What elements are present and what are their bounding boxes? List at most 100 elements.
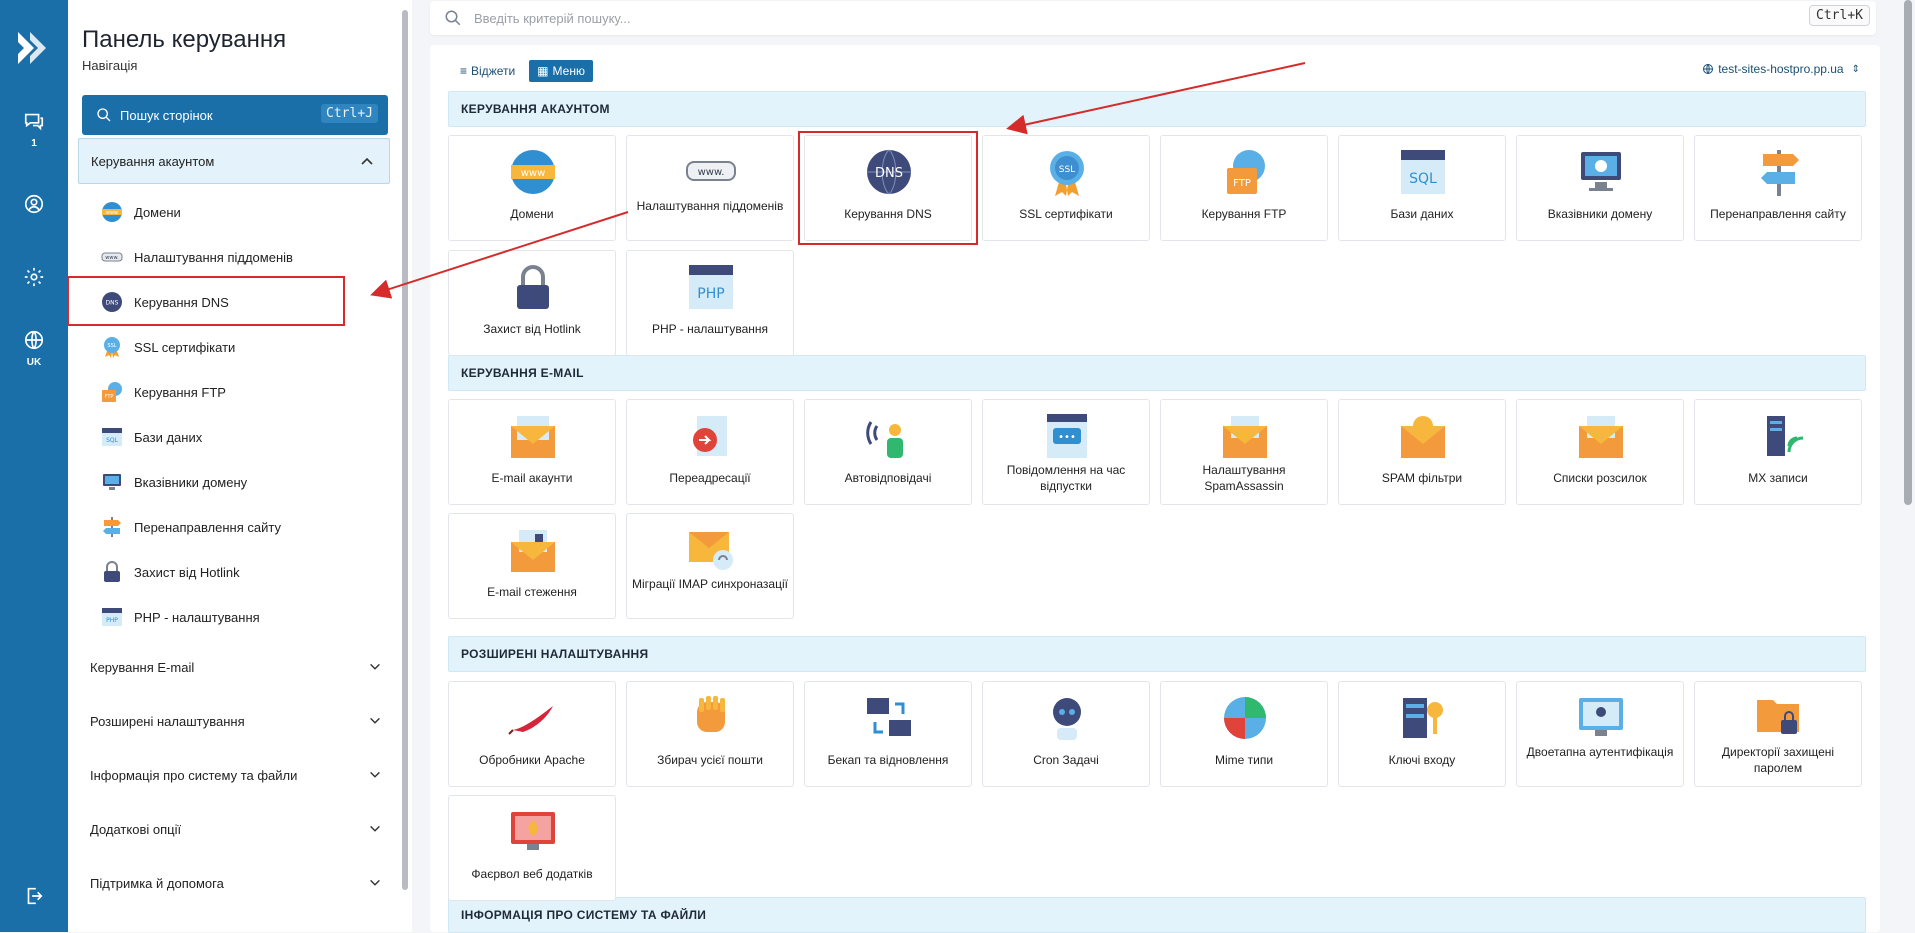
tile-spamassassin[interactable]: Налаштування SpamAssassin bbox=[1160, 399, 1328, 505]
sidebar-item-ssl[interactable]: SSL SSL сертифікати bbox=[100, 332, 380, 362]
svg-text:PHP: PHP bbox=[106, 617, 118, 624]
password-folder-icon bbox=[1757, 700, 1799, 734]
sidebar-item-php[interactable]: PHP PHP - налаштування bbox=[100, 602, 380, 632]
domain-pointer-icon bbox=[1581, 152, 1621, 191]
rail-chat[interactable]: 1 bbox=[0, 110, 68, 149]
sidebar-section-account[interactable]: Керування акаунтом bbox=[78, 138, 390, 184]
sidebar-item-redirects[interactable]: Перенаправлення сайту bbox=[100, 512, 380, 542]
vacation-message-icon: ••• bbox=[1047, 414, 1087, 458]
tile-subdomains[interactable]: www. Налаштування піддоменів bbox=[626, 135, 794, 241]
sidebar-item-domain-pointers[interactable]: Вказівники домену bbox=[100, 467, 380, 497]
sidebar-item-domains[interactable]: www Домени bbox=[100, 197, 380, 227]
tile-email-accounts[interactable]: E-mail акаунти bbox=[448, 399, 616, 505]
tile-forwarding[interactable]: Переадресації bbox=[626, 399, 794, 505]
sidebar-item-ftp[interactable]: FTP Керування FTP bbox=[100, 377, 380, 407]
tile-ssl[interactable]: SSL SSL сертифікати bbox=[982, 135, 1150, 241]
sidebar-item-label: Налаштування піддоменів bbox=[134, 249, 293, 265]
svg-text:SQL: SQL bbox=[106, 437, 119, 444]
autoresponder-icon bbox=[866, 421, 903, 458]
tile-label: SPAM фільтри bbox=[1381, 471, 1463, 485]
language-code: UK bbox=[26, 357, 42, 368]
tile-mime-types[interactable]: Mime типи bbox=[1160, 681, 1328, 787]
sidebar-item-databases[interactable]: SQL Бази даних bbox=[100, 422, 380, 452]
view-menu-button[interactable]: ▦ Меню bbox=[529, 60, 593, 82]
sidebar-group-support[interactable]: Підтримка й допомога bbox=[90, 868, 390, 898]
logo-icon[interactable] bbox=[14, 30, 50, 66]
tile-password-directories[interactable]: Директорії захищені паролем bbox=[1694, 681, 1862, 787]
chevron-down-icon bbox=[370, 825, 380, 832]
tile-label: Вказівники домену bbox=[1547, 207, 1653, 221]
sidebar-item-label: SSL сертифікати bbox=[134, 339, 236, 355]
tile-domain-pointers[interactable]: Вказівники домену bbox=[1516, 135, 1684, 241]
ssl-badge-icon: SSL bbox=[1050, 151, 1084, 196]
tile-email-tracking[interactable]: E-mail стеження bbox=[448, 513, 616, 619]
tile-php[interactable]: PHP PHP - налаштування bbox=[626, 250, 794, 356]
view-menu-label: Меню bbox=[552, 64, 585, 78]
tile-hotlink[interactable]: Захист від Hotlink bbox=[448, 250, 616, 356]
domain-selector[interactable]: test-sites-hostpro.pp.ua ⇕ bbox=[1702, 62, 1860, 76]
global-search[interactable]: Введіть критерій пошуку... Ctrl+K bbox=[430, 1, 1876, 35]
sidebar-group-system-info[interactable]: Інформація про систему та файли bbox=[90, 760, 390, 790]
rail-logout[interactable] bbox=[0, 885, 68, 907]
rail-settings[interactable] bbox=[0, 266, 68, 288]
tile-label: Переадресації bbox=[669, 471, 751, 485]
tile-mailing-lists[interactable]: Списки розсилок bbox=[1516, 399, 1684, 505]
tile-vacation-messages[interactable]: ••• Повідомлення на час відпустки bbox=[982, 399, 1150, 505]
sidebar-group-extra[interactable]: Додаткові опції bbox=[90, 814, 390, 844]
mx-server-icon bbox=[1767, 416, 1804, 456]
chat-icon bbox=[24, 113, 44, 131]
tile-ftp[interactable]: FTP Керування FTP bbox=[1160, 135, 1328, 241]
backup-icon bbox=[867, 698, 911, 736]
tile-label: Налаштування піддоменів bbox=[636, 199, 784, 213]
tile-mx-records[interactable]: MX записи bbox=[1694, 399, 1862, 505]
page-search-shortcut: Ctrl+J bbox=[321, 104, 378, 123]
tile-spam-filters[interactable]: SPAM фільтри bbox=[1338, 399, 1506, 505]
sidebar-group-label: Підтримка й допомога bbox=[90, 875, 224, 891]
globe-icon bbox=[1703, 64, 1714, 74]
tile-cron-jobs[interactable]: Cron Задачі bbox=[982, 681, 1150, 787]
email-envelope-icon bbox=[511, 416, 555, 458]
sidebar-item-hotlink[interactable]: Захист від Hotlink bbox=[100, 557, 380, 587]
grid-icon: ▦ bbox=[537, 64, 549, 78]
page-search-button[interactable]: Пошук сторінок Ctrl+J bbox=[82, 95, 388, 135]
sidebar-item-subdomains[interactable]: www. Налаштування піддоменів bbox=[100, 242, 380, 272]
view-toggle: ≡ Віджети ▦ Меню bbox=[452, 60, 593, 82]
page-scrollbar[interactable] bbox=[1904, 0, 1912, 505]
two-factor-icon bbox=[1579, 698, 1623, 736]
rail-account[interactable] bbox=[0, 193, 68, 215]
tile-databases[interactable]: SQL Бази даних bbox=[1338, 135, 1506, 241]
tile-two-factor[interactable]: Двоетапна аутентифікація bbox=[1516, 681, 1684, 787]
tile-redirects[interactable]: Перенаправлення сайту bbox=[1694, 135, 1862, 241]
tile-label: Обробники Apache bbox=[479, 753, 585, 767]
sidebar-group-label: Додаткові опції bbox=[90, 821, 182, 837]
section-system-header: ІНФОРМАЦІЯ ПРО СИСТЕМУ ТА ФАЙЛИ bbox=[448, 897, 1866, 933]
tile-label: Директорії захищені паролем bbox=[1721, 745, 1835, 775]
logout-icon bbox=[27, 887, 43, 905]
tile-apache-handlers[interactable]: Обробники Apache bbox=[448, 681, 616, 787]
tile-label: Перенаправлення сайту bbox=[1710, 207, 1846, 221]
php-icon: PHP bbox=[689, 265, 733, 309]
tile-label: Списки розсилок bbox=[1553, 471, 1647, 485]
tile-autoresponders[interactable]: Автовідповідачі bbox=[804, 399, 972, 505]
user-icon bbox=[24, 194, 44, 214]
tile-web-app-firewall[interactable]: Фаєрвол веб додатків bbox=[448, 795, 616, 901]
tile-backup[interactable]: Бекап та відновлення bbox=[804, 681, 972, 787]
catch-all-glove-icon bbox=[697, 696, 725, 732]
tile-domains[interactable]: www Домени bbox=[448, 135, 616, 241]
tile-login-keys[interactable]: Ключі входу bbox=[1338, 681, 1506, 787]
view-widgets-button[interactable]: ≡ Віджети bbox=[452, 60, 523, 82]
signpost-icon bbox=[103, 517, 121, 537]
apache-feather-icon bbox=[508, 706, 553, 735]
sidebar-scrollbar[interactable] bbox=[402, 10, 408, 890]
rail-language[interactable]: UK bbox=[0, 329, 68, 368]
www-globe-icon: www bbox=[511, 150, 555, 194]
tile-imap-migration[interactable]: Міграції IMAP синхроназації bbox=[626, 513, 794, 619]
chevron-down-icon bbox=[370, 879, 380, 886]
sidebar-group-email[interactable]: Керування E-mail bbox=[90, 652, 390, 682]
tile-catch-all[interactable]: Збирач усієї пошти bbox=[626, 681, 794, 787]
tile-label: Бекап та відновлення bbox=[827, 753, 949, 767]
subdomain-icon: www. bbox=[686, 161, 736, 181]
sidebar-group-advanced[interactable]: Розширені налаштування bbox=[90, 706, 390, 736]
section-advanced-header: РОЗШИРЕНІ НАЛАШТУВАННЯ bbox=[448, 636, 1866, 672]
tile-label: Налаштування SpamAssassin bbox=[1202, 463, 1286, 493]
